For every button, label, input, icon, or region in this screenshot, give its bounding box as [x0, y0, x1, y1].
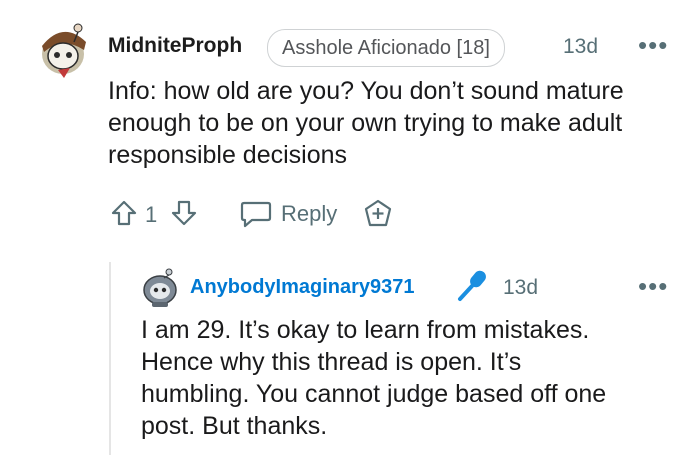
- comment-body-line: responsible decisions: [108, 141, 348, 169]
- reply-body: I am 29. It’s okay to learn from mistake…: [141, 314, 686, 442]
- reply-label: Reply: [281, 201, 338, 226]
- reply-more-button[interactable]: •••: [638, 273, 668, 299]
- avatar[interactable]: [34, 18, 92, 80]
- reply-timestamp[interactable]: 13d: [503, 276, 538, 300]
- award-icon: [364, 199, 392, 227]
- snoo-avatar-icon: [143, 268, 177, 307]
- user-flair: Asshole Aficionado [18]: [267, 29, 505, 67]
- op-badge: [455, 268, 489, 302]
- reply-body-line: I am 29. It’s okay to learn from mistake…: [141, 316, 590, 344]
- reply-body-line: Hence why this thread is open. It’s: [141, 348, 522, 376]
- reply-avatar[interactable]: [140, 266, 180, 308]
- reply-body-line: post. But thanks.: [141, 412, 328, 440]
- comment-body-line: Info: how old are you? You don’t sound m…: [108, 77, 624, 105]
- downvote-icon: [171, 200, 197, 226]
- reply-bubble-icon: [240, 201, 272, 228]
- vote-score: 1: [145, 202, 158, 227]
- microphone-icon: [458, 270, 486, 301]
- thread-line[interactable]: [109, 262, 111, 455]
- snoo-avatar-icon: [42, 23, 86, 78]
- comment-more-button[interactable]: •••: [638, 32, 668, 58]
- downvote-button[interactable]: [170, 199, 198, 227]
- reply-body-line: humbling. You cannot judge based off one: [141, 380, 607, 408]
- reply-username[interactable]: AnybodyImaginary9371: [190, 276, 415, 299]
- comment-body: Info: how old are you? You don’t sound m…: [108, 75, 688, 171]
- reply-button[interactable]: Reply: [240, 196, 350, 230]
- comment-timestamp[interactable]: 13d: [563, 35, 598, 59]
- comment-username[interactable]: MidniteProph: [108, 34, 242, 58]
- award-button[interactable]: [362, 198, 394, 230]
- upvote-icon: [111, 200, 137, 226]
- upvote-button[interactable]: [110, 199, 138, 227]
- comment-body-line: enough to be on your own trying to make …: [108, 109, 623, 137]
